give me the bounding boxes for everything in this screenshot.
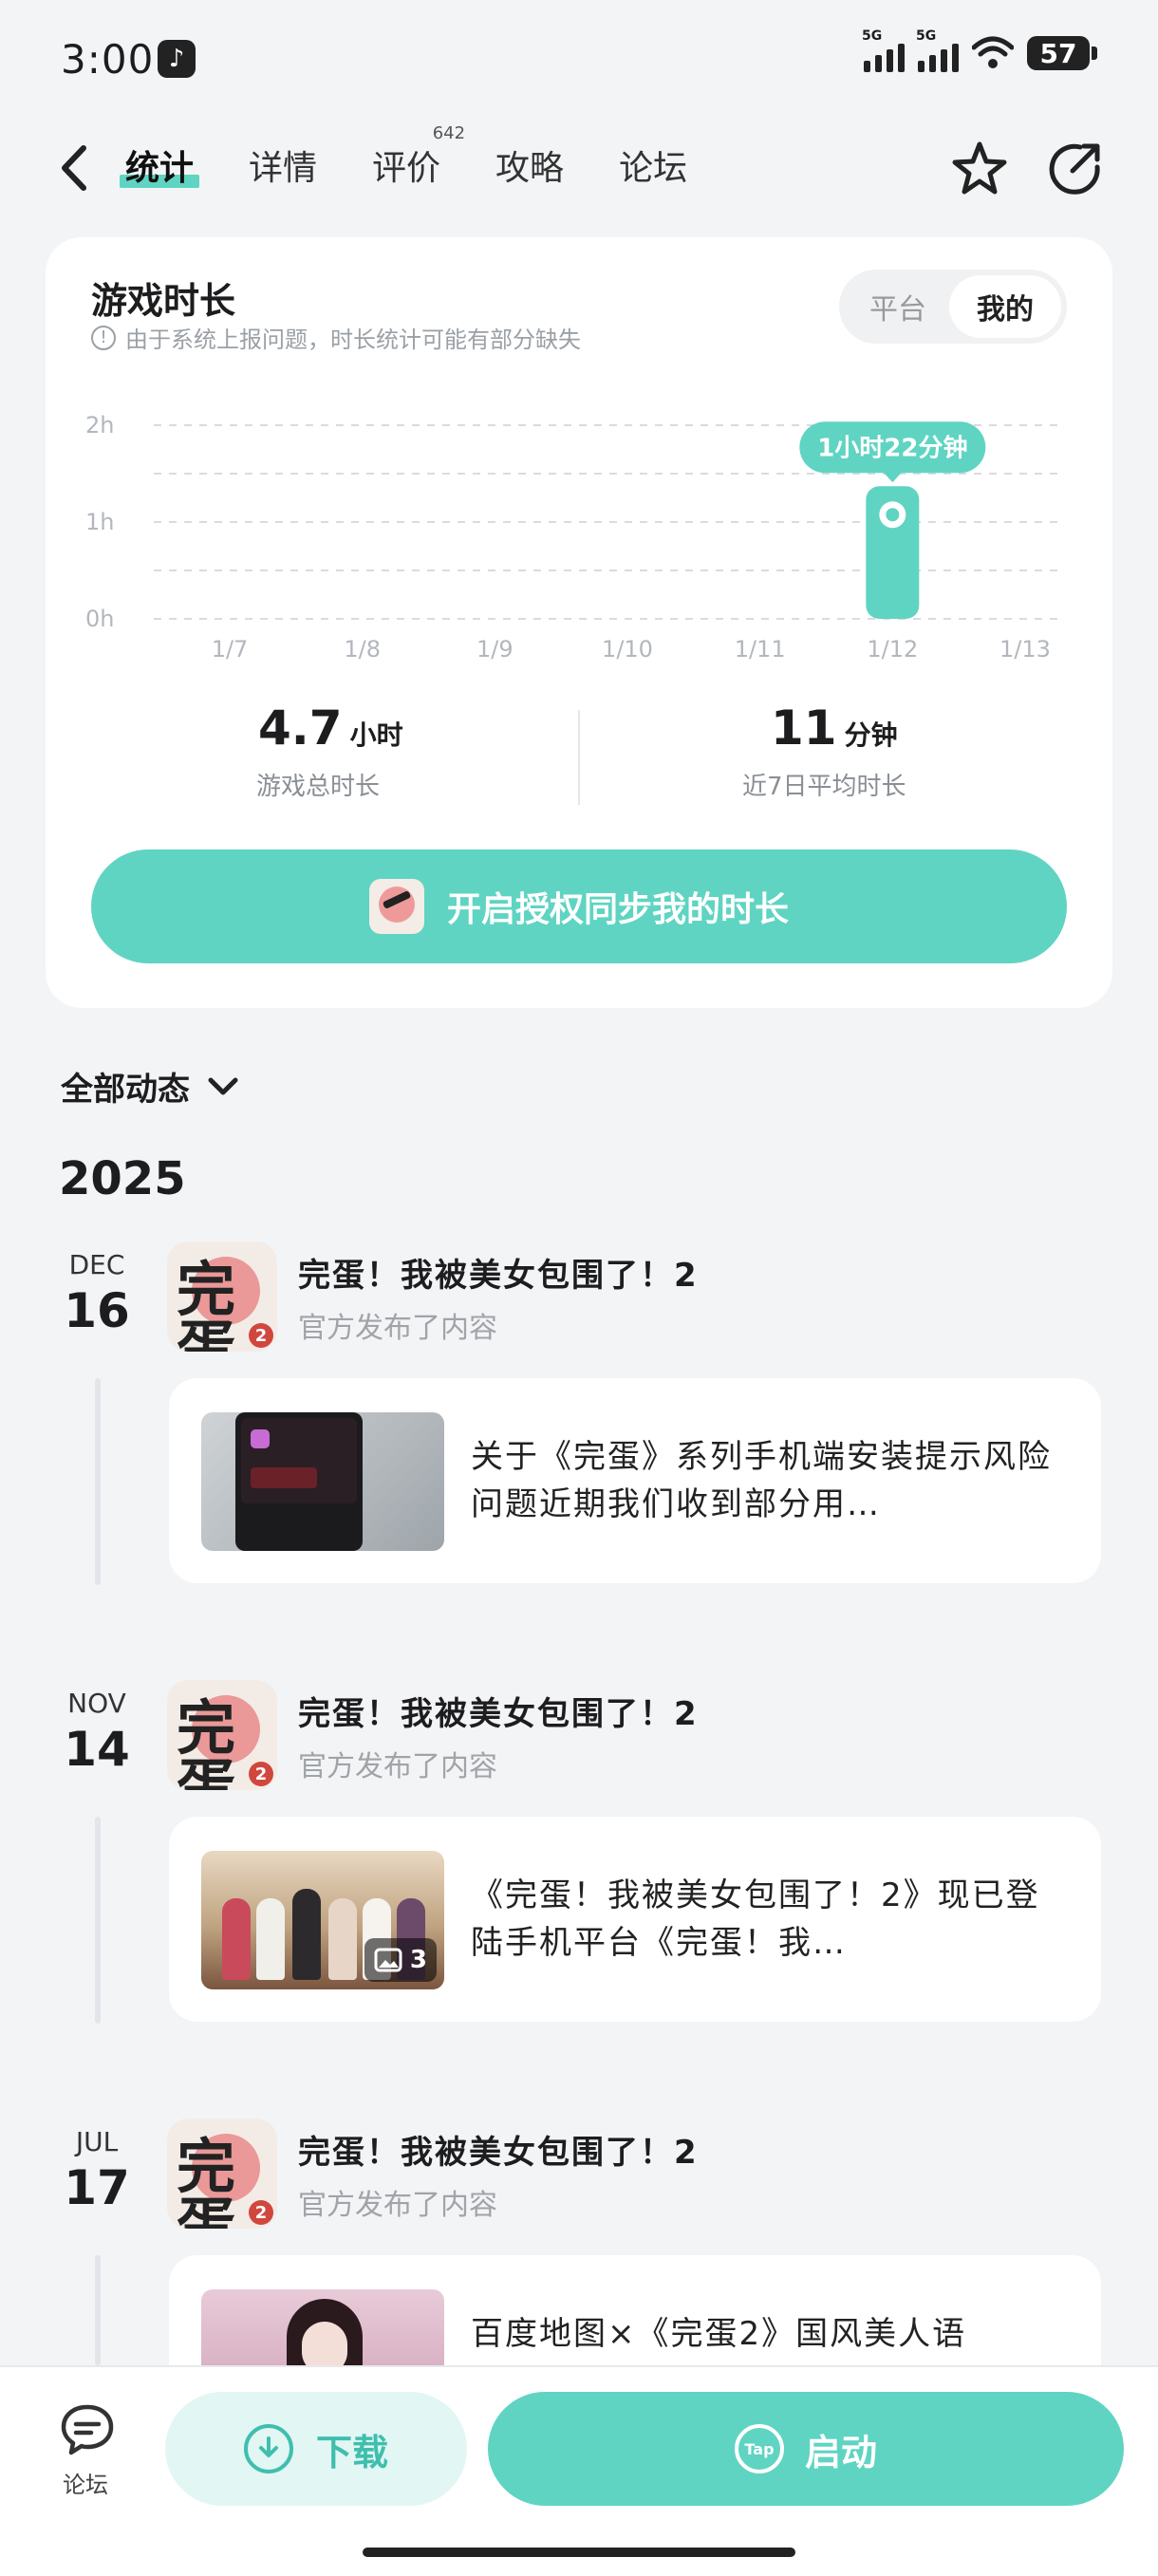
- forum-label[interactable]: 论坛: [63, 2466, 108, 2499]
- entry-subtitle: 官方发布了内容: [298, 1750, 497, 1783]
- back-arrow-icon[interactable]: [55, 142, 93, 194]
- info-icon: !: [91, 325, 116, 350]
- timeline-line: [95, 2255, 101, 2365]
- tab-stats[interactable]: 统计: [119, 140, 200, 190]
- entry-game-title[interactable]: 完蛋！我被美女包围了！2: [298, 1249, 699, 1296]
- playtime-note-text: 由于系统上报问题，时长统计可能有部分缺失: [125, 327, 581, 353]
- wifi-icon: [972, 36, 1014, 68]
- y-tick-label: 2h: [85, 412, 114, 439]
- game-icon[interactable]: 完蛋 2: [167, 1241, 277, 1352]
- toggle-mine[interactable]: 我的: [949, 275, 1061, 338]
- average-playtime-unit: 分钟: [844, 719, 898, 751]
- game-icon[interactable]: 完蛋 2: [167, 1680, 277, 1790]
- x-tick-label: 1/12: [867, 636, 918, 663]
- post-thumbnail[interactable]: [201, 2289, 444, 2365]
- y-tick-label: 1h: [85, 509, 114, 535]
- tab-bar: 统计 详情 评价 642 攻略 论坛: [119, 123, 687, 190]
- average-playtime: 11 分钟: [771, 700, 898, 756]
- tooltip-pointer: [883, 472, 903, 483]
- network-label-2: 5G: [916, 28, 937, 44]
- playtime-note: ! 由于系统上报问题，时长统计可能有部分缺失: [91, 321, 581, 354]
- timeline-line: [95, 1378, 101, 1585]
- total-playtime-label: 游戏总时长: [256, 773, 381, 801]
- x-tick-label: 1/13: [999, 636, 1051, 663]
- x-tick-label: 1/10: [602, 636, 653, 663]
- share-icon[interactable]: [1044, 139, 1105, 199]
- total-playtime-unit: 小时: [349, 719, 403, 751]
- playtime-chart: 2h 1h 0h 1/7 1/8 1/9 1/10 1/11 1/12 1/13 1小时22分钟: [85, 412, 1063, 663]
- playtime-title: 游戏时长: [91, 280, 236, 322]
- download-label: 下载: [315, 2431, 388, 2473]
- tab-details[interactable]: 详情: [249, 140, 317, 190]
- authorize-sync-label: 开启授权同步我的时长: [446, 890, 789, 929]
- launch-label: 启动: [804, 2431, 877, 2473]
- tooltip-label: 1小时22分钟: [817, 433, 967, 462]
- x-tick-label: 1/7: [212, 636, 249, 663]
- image-icon: [374, 1948, 402, 1972]
- tab-reviews[interactable]: 评价 642: [372, 123, 465, 190]
- tab-forum[interactable]: 论坛: [619, 140, 687, 190]
- forum-icon[interactable]: [59, 2401, 116, 2458]
- entry-day: 17: [64, 2160, 130, 2215]
- y-tick-label: 0h: [85, 606, 114, 632]
- battery-icon: 57: [1027, 36, 1097, 70]
- post-thumbnail[interactable]: [201, 1412, 444, 1551]
- entry-game-title[interactable]: 完蛋！我被美女包围了！2: [298, 1688, 699, 1734]
- bar-marker-dot: [886, 508, 900, 522]
- post-text[interactable]: 《完蛋！我被美女包围了！2》现已登陆手机平台《完蛋！我…: [471, 1872, 1069, 1967]
- authorize-sync-button[interactable]: 开启授权同步我的时长: [91, 849, 1067, 963]
- launch-button[interactable]: Tap 启动: [488, 2392, 1124, 2506]
- toggle-platform[interactable]: 平台: [843, 270, 953, 344]
- post-text[interactable]: 百度地图×《完蛋2》国风美人语: [471, 2310, 1069, 2365]
- status-time: 3:00: [61, 36, 155, 83]
- entry-month: NOV: [67, 1688, 126, 1719]
- reviews-count-badge: 642: [432, 123, 466, 143]
- game-icon[interactable]: 完蛋 2: [167, 2119, 277, 2229]
- entry-month: JUL: [75, 2126, 119, 2157]
- year-heading: 2025: [59, 1152, 186, 1205]
- game-icon-badge: 2: [249, 2200, 273, 2225]
- entry-subtitle: 官方发布了内容: [298, 2189, 497, 2222]
- x-tick-label: 1/9: [476, 636, 514, 663]
- x-tick-label: 1/11: [735, 636, 786, 663]
- battery-level: 57: [1027, 36, 1090, 70]
- game-icon-badge: 2: [249, 1323, 273, 1348]
- chevron-down-icon: [208, 1077, 238, 1094]
- entry-day: 16: [64, 1283, 130, 1338]
- taptap-icon: Tap: [734, 2424, 784, 2473]
- activity-filter-dropdown[interactable]: 全部动态: [61, 1063, 239, 1110]
- x-tick-label: 1/8: [344, 636, 381, 663]
- download-icon: [243, 2424, 293, 2473]
- entry-subtitle: 官方发布了内容: [298, 1312, 497, 1345]
- post-thumbnail[interactable]: 3: [201, 1851, 444, 1989]
- favorite-star-icon[interactable]: [949, 139, 1010, 199]
- stat-divider: [578, 710, 580, 805]
- timeline-line: [95, 1817, 101, 2024]
- average-playtime-value: 11: [771, 700, 837, 756]
- download-button[interactable]: 下载: [165, 2392, 467, 2506]
- total-playtime-value: 4.7: [258, 700, 343, 756]
- game-icon-badge: 2: [249, 1762, 273, 1786]
- game-mini-icon: [368, 879, 424, 934]
- network-label: 5G: [862, 28, 883, 44]
- tiktok-notification-icon: ♪: [158, 40, 196, 78]
- image-count-badge: 3: [364, 1938, 437, 1982]
- image-count-value: 3: [409, 1946, 427, 1974]
- entry-game-title[interactable]: 完蛋！我被美女包围了！2: [298, 2126, 699, 2173]
- average-playtime-label: 近7日平均时长: [742, 773, 906, 801]
- total-playtime: 4.7 小时: [258, 700, 403, 756]
- tab-guides[interactable]: 攻略: [495, 140, 564, 190]
- post-text[interactable]: 关于《完蛋》系列手机端安装提示风险问题近期我们收到部分用…: [471, 1433, 1069, 1528]
- home-indicator[interactable]: [363, 2548, 795, 2557]
- signal-icon-2: 5G: [916, 28, 959, 72]
- entry-month: DEC: [68, 1249, 125, 1280]
- status-icons: 5G 5G 57: [862, 28, 1097, 72]
- signal-icon: 5G: [862, 28, 905, 72]
- activity-filter-label: 全部动态: [61, 1071, 190, 1109]
- entry-day: 14: [64, 1722, 130, 1777]
